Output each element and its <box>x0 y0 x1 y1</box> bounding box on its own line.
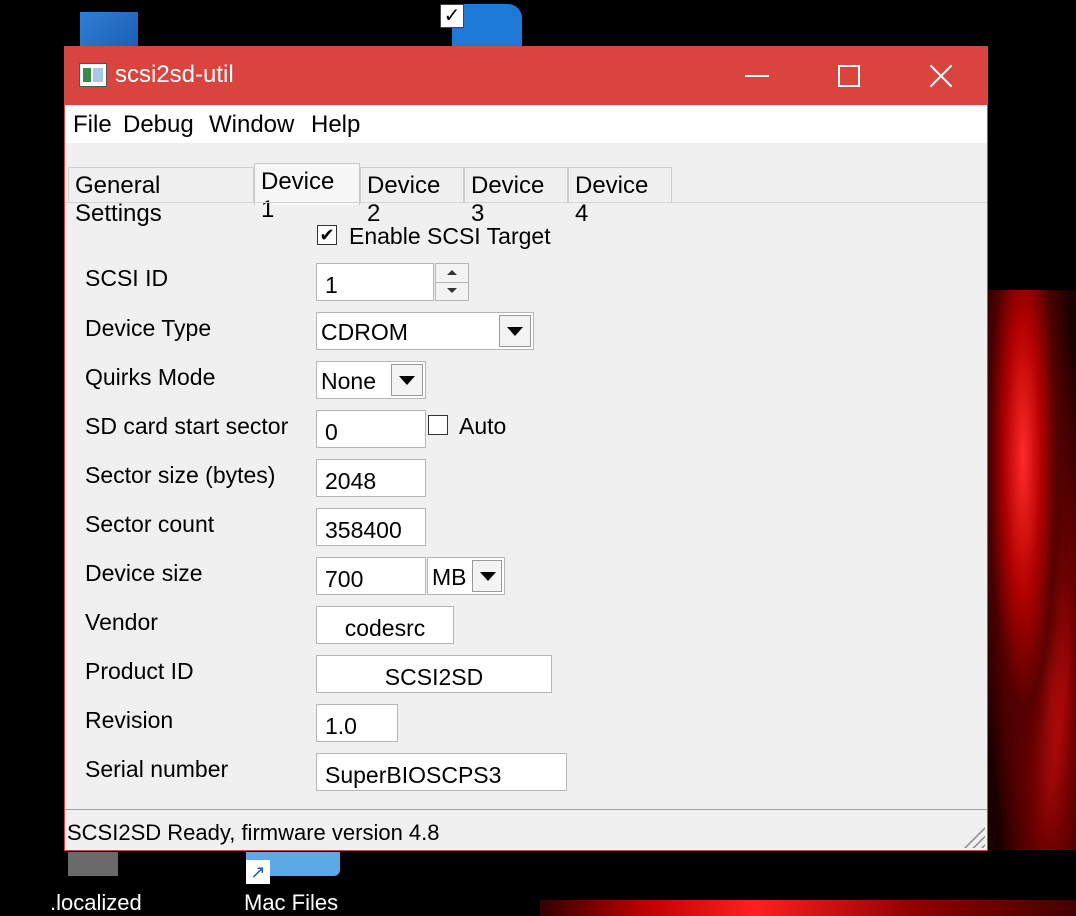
device-type-dropdown-button[interactable] <box>499 315 531 347</box>
sector-size-input[interactable] <box>316 459 426 497</box>
menu-help[interactable]: Help <box>311 111 360 139</box>
vendor-label: Vendor <box>85 609 158 635</box>
tab-general-settings[interactable]: General Settings <box>68 167 254 227</box>
serial-number-label: Serial number <box>85 756 229 782</box>
device-size-unit-value: MB <box>432 564 467 590</box>
start-sector-label: SD card start sector <box>85 413 289 439</box>
product-id-input[interactable] <box>316 655 552 693</box>
title-bar[interactable]: scsi2sd-util <box>65 47 987 105</box>
spin-up-button[interactable] <box>436 264 468 283</box>
localized-folder-icon[interactable] <box>68 852 118 876</box>
quirks-mode-value: None <box>321 368 376 394</box>
device-size-input[interactable] <box>316 557 426 595</box>
device-type-select[interactable]: CDROM <box>316 312 534 350</box>
revision-label: Revision <box>85 707 174 733</box>
close-icon <box>929 64 953 88</box>
device-settings-panel <box>65 202 987 808</box>
serial-number-input[interactable] <box>316 753 567 791</box>
scsi-id-input[interactable] <box>316 263 434 301</box>
quirks-mode-select[interactable]: None <box>316 361 426 399</box>
scsi-id-spinner[interactable] <box>435 263 469 301</box>
device-type-value: CDROM <box>321 319 408 345</box>
tab-device-4[interactable]: Device 4 <box>568 167 672 227</box>
app-icon <box>79 63 107 87</box>
product-id-label: Product ID <box>85 658 194 684</box>
chevron-down-icon <box>507 327 523 336</box>
device-size-label: Device size <box>85 560 203 586</box>
quirks-mode-label: Quirks Mode <box>85 364 216 390</box>
app-window: scsi2sd-util File Debug Window Help Gene… <box>64 46 988 851</box>
desktop-wallpaper-art <box>988 290 1076 850</box>
desktop-label-localized: .localized <box>50 890 142 915</box>
maximize-icon <box>838 65 860 87</box>
start-sector-input[interactable] <box>316 410 426 448</box>
checkbox-overlay-icon: ✓ <box>440 4 464 28</box>
menu-bar: File Debug Window Help <box>65 105 987 143</box>
device-size-unit-dropdown-button[interactable] <box>472 560 502 592</box>
auto-label: Auto <box>459 413 507 439</box>
tab-device-1[interactable]: Device 1 <box>254 163 360 223</box>
sector-count-label: Sector count <box>85 511 215 537</box>
scsi-id-label: SCSI ID <box>85 265 169 291</box>
vendor-input[interactable] <box>316 606 454 644</box>
quirks-mode-dropdown-button[interactable] <box>391 364 423 396</box>
status-text: SCSI2SD Ready, firmware version 4.8 <box>67 820 440 845</box>
enable-scsi-target-checkbox[interactable]: ✔ <box>317 225 337 245</box>
sector-size-label: Sector size (bytes) <box>85 462 276 488</box>
enable-scsi-target-label: Enable SCSI Target <box>349 223 551 249</box>
tab-device-2[interactable]: Device 2 <box>360 167 464 227</box>
tab-device-3[interactable]: Device 3 <box>464 167 568 227</box>
device-size-unit-select[interactable]: MB <box>427 557 505 595</box>
minimize-icon <box>745 75 769 77</box>
sector-count-input[interactable] <box>316 508 426 546</box>
shortcut-arrow-icon: ↗ <box>246 860 270 884</box>
minimize-button[interactable] <box>711 47 803 105</box>
chevron-down-icon <box>480 572 496 581</box>
resize-grip-icon[interactable] <box>963 826 985 848</box>
arrow-up-icon <box>447 270 457 275</box>
desktop-wallpaper-art-bottom <box>540 900 1076 916</box>
menu-file[interactable]: File <box>73 111 112 139</box>
menu-debug[interactable]: Debug <box>123 111 194 139</box>
status-bar: SCSI2SD Ready, firmware version 4.8 <box>65 809 987 850</box>
maximize-button[interactable] <box>803 47 895 105</box>
chevron-down-icon <box>399 376 415 385</box>
window-title: scsi2sd-util <box>115 61 234 88</box>
revision-input[interactable] <box>316 704 398 742</box>
spin-down-button[interactable] <box>436 282 468 300</box>
desktop-label-mac-files: Mac Files <box>244 890 339 915</box>
arrow-down-icon <box>447 288 457 293</box>
auto-checkbox[interactable] <box>428 415 448 435</box>
device-type-label: Device Type <box>85 315 212 341</box>
menu-window[interactable]: Window <box>209 111 294 139</box>
close-button[interactable] <box>895 47 987 105</box>
